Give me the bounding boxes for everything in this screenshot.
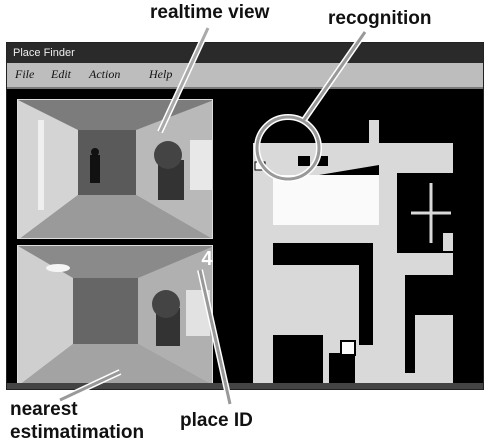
annotation-overlay xyxy=(58,26,368,405)
